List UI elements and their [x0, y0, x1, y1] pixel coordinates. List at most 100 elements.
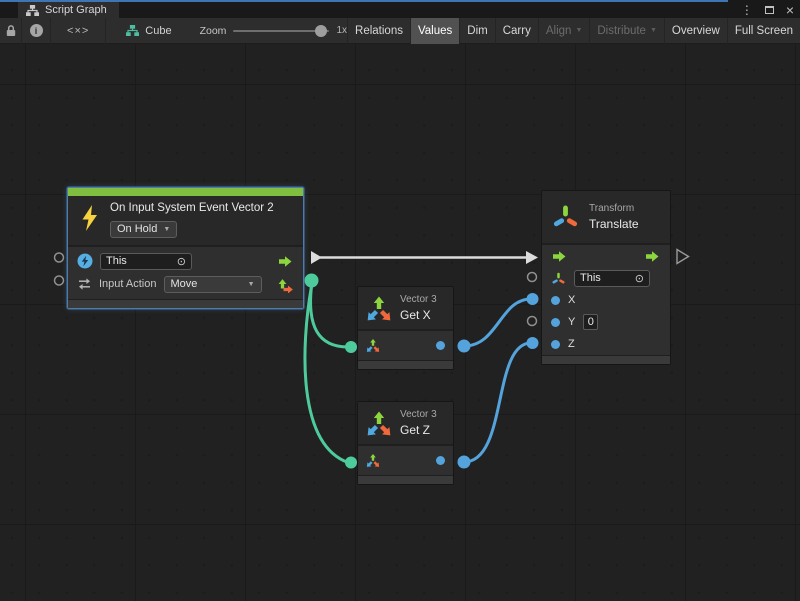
input-action-dropdown[interactable]: Move ▼: [164, 276, 262, 293]
zoom-value: 1x: [336, 25, 347, 36]
vector3-input-icon[interactable]: [366, 338, 380, 353]
wire-vector2-to-get-x: [311, 286, 348, 347]
zoom-slider[interactable]: [233, 25, 329, 37]
chevron-down-icon: ▼: [163, 226, 170, 233]
tab-script-graph[interactable]: Script Graph: [18, 2, 119, 18]
node-on-input-system-event[interactable]: On Input System Event Vector 2 On Hold ▼…: [67, 187, 304, 309]
input-system-event-icon: [77, 253, 93, 269]
translate-node-ports: This ⊙ X Y 0 Z: [542, 243, 670, 355]
lock-button[interactable]: [0, 18, 21, 44]
y-value-field[interactable]: 0: [583, 314, 598, 330]
port-vector3-in-get-z[interactable]: [345, 457, 357, 469]
x-port-row: X: [542, 289, 670, 311]
input-action-value: Move: [171, 278, 198, 290]
button-label: Overview: [672, 25, 720, 37]
port-translate-y-unconnected[interactable]: [528, 317, 537, 326]
float-output-dot[interactable]: [436, 341, 445, 350]
get-z-port-row: [358, 444, 453, 475]
flow-input-arrow-icon[interactable]: [551, 250, 568, 263]
input-action-icon: [77, 277, 92, 291]
vector3-icon: [366, 410, 392, 437]
zoom-control: Zoom 1x: [200, 25, 347, 37]
tab-label: Script Graph: [45, 4, 107, 16]
this-object-field[interactable]: This ⊙: [100, 253, 192, 270]
node-get-x[interactable]: Vector 3 Get X: [357, 286, 454, 370]
port-z-in-translate[interactable]: [527, 337, 539, 349]
port-translate-this-unconnected[interactable]: [528, 273, 537, 282]
dim-button[interactable]: Dim: [459, 18, 494, 44]
float-port-dot[interactable]: [551, 318, 560, 327]
port-event-this-unconnected[interactable]: [55, 253, 64, 262]
port-vector3-in-get-x[interactable]: [345, 341, 357, 353]
window-menu-icon[interactable]: ⋮: [741, 2, 753, 18]
graph-breadcrumb[interactable]: Cube: [126, 25, 171, 37]
close-icon[interactable]: ×: [786, 2, 794, 18]
code-view-button[interactable]: <×>: [51, 18, 105, 44]
event-node-ports: This ⊙ Input Action: [68, 245, 303, 299]
flow-output-arrow-icon[interactable]: [277, 255, 294, 268]
object-picker-icon[interactable]: ⊙: [177, 255, 186, 268]
node-title: Translate: [589, 217, 639, 231]
node-title: Get Z: [400, 423, 437, 437]
values-button[interactable]: Values: [410, 18, 459, 44]
this-object-field[interactable]: This ⊙: [574, 270, 650, 287]
port-float-out-get-z[interactable]: [458, 456, 471, 469]
z-port-label: Z: [568, 338, 575, 350]
object-picker-icon[interactable]: ⊙: [635, 272, 644, 285]
port-flow-out-event[interactable]: [311, 251, 322, 264]
port-event-action-unconnected[interactable]: [55, 276, 64, 285]
wire-get-x-to-translate-x: [464, 299, 531, 346]
vector3-icon: [366, 295, 392, 322]
y-port-row: Y 0: [542, 311, 670, 333]
distribute-dropdown: Distribute▼: [589, 18, 664, 44]
tab-bar: Script Graph ⋮ ×: [0, 0, 800, 18]
overview-button[interactable]: Overview: [664, 18, 727, 44]
transform-port-icon: [551, 271, 566, 286]
full-screen-button[interactable]: Full Screen: [727, 18, 800, 44]
info-icon: i: [30, 24, 43, 37]
zoom-slider-handle[interactable]: [315, 25, 327, 37]
port-x-in-translate[interactable]: [527, 293, 539, 305]
port-vector2-out-event[interactable]: [305, 274, 319, 288]
get-z-node-header: Vector 3 Get Z: [358, 402, 453, 444]
info-button[interactable]: i: [22, 18, 50, 44]
node-get-z[interactable]: Vector 3 Get Z: [357, 401, 454, 485]
graph-canvas[interactable]: On Input System Event Vector 2 On Hold ▼…: [0, 44, 800, 601]
node-footer: [542, 355, 670, 364]
vector2-output-icon[interactable]: [278, 276, 294, 293]
chevron-down-icon: ▼: [575, 27, 582, 34]
event-color-bar: [68, 188, 303, 196]
float-output-dot[interactable]: [436, 456, 445, 465]
button-label: Carry: [503, 25, 531, 37]
transform-icon: [552, 203, 579, 231]
translate-node-header: Transform Translate: [542, 191, 670, 243]
relations-button[interactable]: Relations: [347, 18, 410, 44]
chevron-down-icon: ▼: [248, 281, 255, 288]
float-port-dot[interactable]: [551, 296, 560, 305]
port-float-out-get-x[interactable]: [458, 340, 471, 353]
node-footer: [358, 360, 453, 369]
vector3-input-icon[interactable]: [366, 453, 380, 468]
button-label: Relations: [355, 25, 403, 37]
float-port-dot[interactable]: [551, 340, 560, 349]
button-label: Dim: [467, 25, 487, 37]
event-mode-value: On Hold: [117, 223, 157, 235]
node-translate[interactable]: Transform Translate This ⊙: [541, 190, 671, 365]
flow-port-row: [542, 245, 670, 267]
node-category: Vector 3: [400, 409, 437, 420]
zoom-label: Zoom: [200, 25, 227, 37]
z-port-row: Z: [542, 333, 670, 355]
event-node-header: On Input System Event Vector 2 On Hold ▼: [68, 196, 303, 245]
carry-button[interactable]: Carry: [495, 18, 538, 44]
graph-toolbar: i <×> Cube Zoom 1x Relations Values Dim …: [0, 18, 800, 44]
event-mode-dropdown[interactable]: On Hold ▼: [110, 221, 177, 238]
port-flow-out-translate-unconnected[interactable]: [677, 250, 689, 264]
wire-get-z-to-translate-z: [464, 343, 531, 462]
flow-output-arrow-icon[interactable]: [644, 250, 661, 263]
script-graph-window: Script Graph ⋮ × i <×> Cube: [0, 0, 800, 601]
maximize-icon[interactable]: [765, 6, 774, 14]
event-node-title: On Input System Event Vector 2: [110, 202, 274, 214]
graph-name: Cube: [145, 25, 171, 37]
port-flow-in-translate[interactable]: [526, 251, 538, 264]
get-x-port-row: [358, 329, 453, 360]
